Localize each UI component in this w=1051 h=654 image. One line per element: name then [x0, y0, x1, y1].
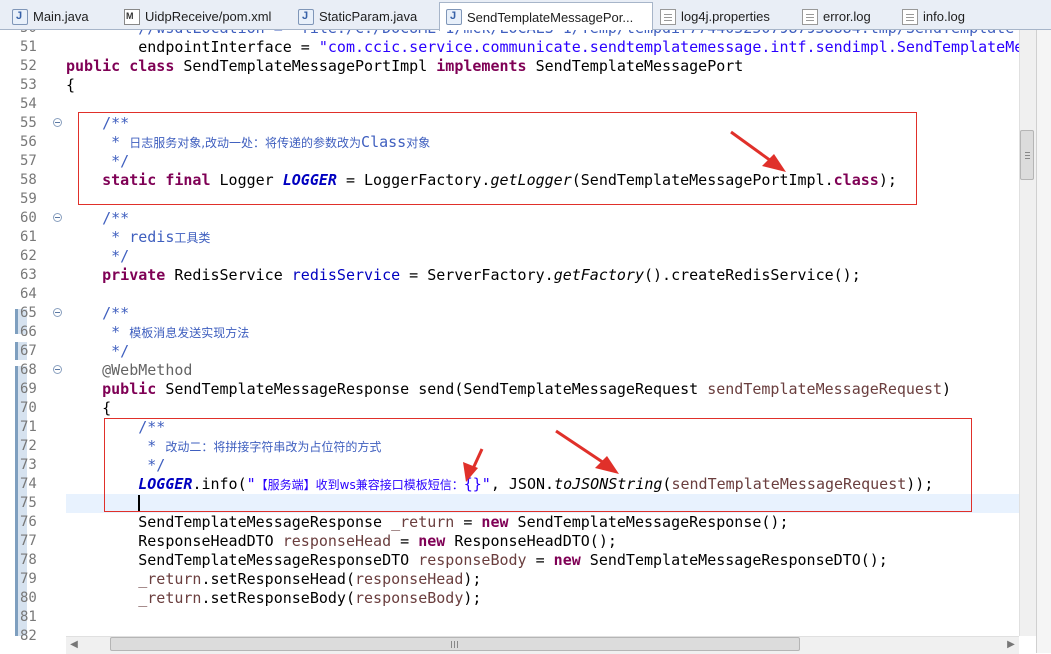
vertical-scroll-thumb[interactable]: [1020, 130, 1034, 180]
vertical-scrollbar[interactable]: [1019, 30, 1036, 636]
scroll-right-icon[interactable]: ▶: [1003, 638, 1019, 652]
horizontal-scroll-thumb[interactable]: [110, 637, 800, 651]
annotation-arrows: [463, 130, 786, 482]
overview-ruler-right: [1036, 30, 1051, 653]
scroll-left-icon[interactable]: ◀: [66, 638, 82, 652]
